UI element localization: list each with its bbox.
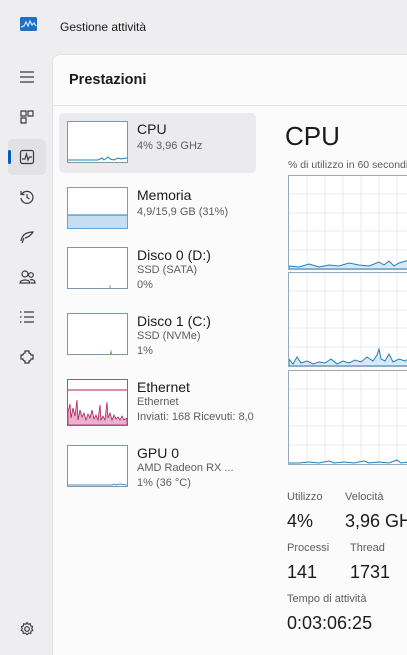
resource-item-memory[interactable]: Memoria 4,9/15,9 GB (31%) xyxy=(59,179,256,239)
startup-apps-icon xyxy=(20,231,35,244)
detail-title: CPU xyxy=(285,121,340,151)
cpu-core-graph xyxy=(288,175,407,270)
gpu-thumbnail-graph xyxy=(67,445,128,487)
threads-value: 1731 xyxy=(350,562,391,582)
processes-icon xyxy=(20,110,34,124)
resource-item-gpu-0[interactable]: GPU 0 AMD Radeon RX ... 1% (36 °C) xyxy=(59,437,256,497)
resource-item-cpu[interactable]: CPU 4% 3,96 GHz xyxy=(59,113,256,173)
resource-detail: 4,9/15,9 GB (31%) xyxy=(137,206,229,218)
task-manager-logo-icon xyxy=(20,17,37,31)
users-icon xyxy=(18,270,36,284)
nav-services[interactable] xyxy=(8,339,46,375)
resource-detail: SSD (SATA) xyxy=(137,264,198,276)
cpu-core-graph xyxy=(288,370,407,465)
resource-item-disk-0[interactable]: Disco 0 (D:) SSD (SATA) 0% xyxy=(59,239,256,299)
speed-label: Velocità xyxy=(345,491,384,503)
resource-detail: Inviati: 168 Ricevuti: 8,0 xyxy=(137,411,254,423)
resource-detail: 1% xyxy=(137,345,153,357)
resource-name: Disco 1 (C:) xyxy=(137,313,211,329)
resource-name: Disco 0 (D:) xyxy=(137,247,211,263)
nav-startup-apps[interactable] xyxy=(8,219,46,255)
active-indicator xyxy=(8,150,11,164)
main-panel: Prestazioni CPU 4% 3,96 GHz Memoria 4,9/… xyxy=(52,54,407,655)
services-icon xyxy=(20,350,34,364)
nav-details[interactable] xyxy=(8,299,46,335)
uptime-label: Tempo di attività xyxy=(287,593,367,605)
nav-users[interactable] xyxy=(8,259,46,295)
resource-detail: 4% 3,96 GHz xyxy=(137,140,203,152)
threads-label: Thread xyxy=(350,542,385,554)
cpu-thumbnail-graph xyxy=(67,121,128,163)
resource-name: GPU 0 xyxy=(137,445,180,461)
disk-0-thumbnail-graph xyxy=(67,247,128,289)
details-icon xyxy=(20,311,34,323)
resource-name: Memoria xyxy=(137,187,192,203)
graph-caption: % di utilizzo in 60 secondi xyxy=(288,159,407,171)
settings-button[interactable] xyxy=(8,611,46,647)
nav-performance[interactable] xyxy=(8,139,46,175)
ethernet-thumbnail-graph xyxy=(67,379,128,426)
resource-item-ethernet[interactable]: Ethernet Ethernet Inviati: 168 Ricevuti:… xyxy=(59,371,256,431)
app-history-icon xyxy=(20,190,34,204)
resource-name: Ethernet xyxy=(137,379,190,395)
header-divider xyxy=(53,105,407,106)
utilization-label: Utilizzo xyxy=(287,491,323,503)
speed-value: 3,96 GHz xyxy=(345,511,407,531)
page-title: Prestazioni xyxy=(69,72,147,88)
resource-detail: 1% (36 °C) xyxy=(137,477,191,489)
settings-icon xyxy=(20,621,34,636)
hamburger-menu-icon xyxy=(20,71,34,83)
resource-detail: AMD Radeon RX ... xyxy=(137,462,234,474)
processes-label: Processi xyxy=(287,542,330,554)
title-bar: Gestione attività xyxy=(0,0,407,52)
performance-icon xyxy=(19,149,35,165)
nav-processes[interactable] xyxy=(8,99,46,135)
resource-detail: 0% xyxy=(137,279,153,291)
resource-detail: SSD (NVMe) xyxy=(137,330,201,342)
window-title: Gestione attività xyxy=(60,20,147,34)
resource-item-disk-1[interactable]: Disco 1 (C:) SSD (NVMe) 1% xyxy=(59,305,256,365)
resource-name: CPU xyxy=(137,121,167,137)
resource-list: CPU 4% 3,96 GHz Memoria 4,9/15,9 GB (31%… xyxy=(53,111,263,541)
memory-thumbnail-graph xyxy=(67,187,128,229)
hamburger-menu-button[interactable] xyxy=(8,59,46,95)
uptime-value: 0:03:06:25 xyxy=(287,613,373,633)
utilization-value: 4% xyxy=(287,511,314,531)
cpu-core-graph xyxy=(288,272,407,367)
disk-1-thumbnail-graph xyxy=(67,313,128,355)
nav-app-history[interactable] xyxy=(8,179,46,215)
resource-detail: Ethernet xyxy=(137,396,179,408)
navigation-rail xyxy=(0,52,52,652)
processes-value: 141 xyxy=(287,562,318,582)
